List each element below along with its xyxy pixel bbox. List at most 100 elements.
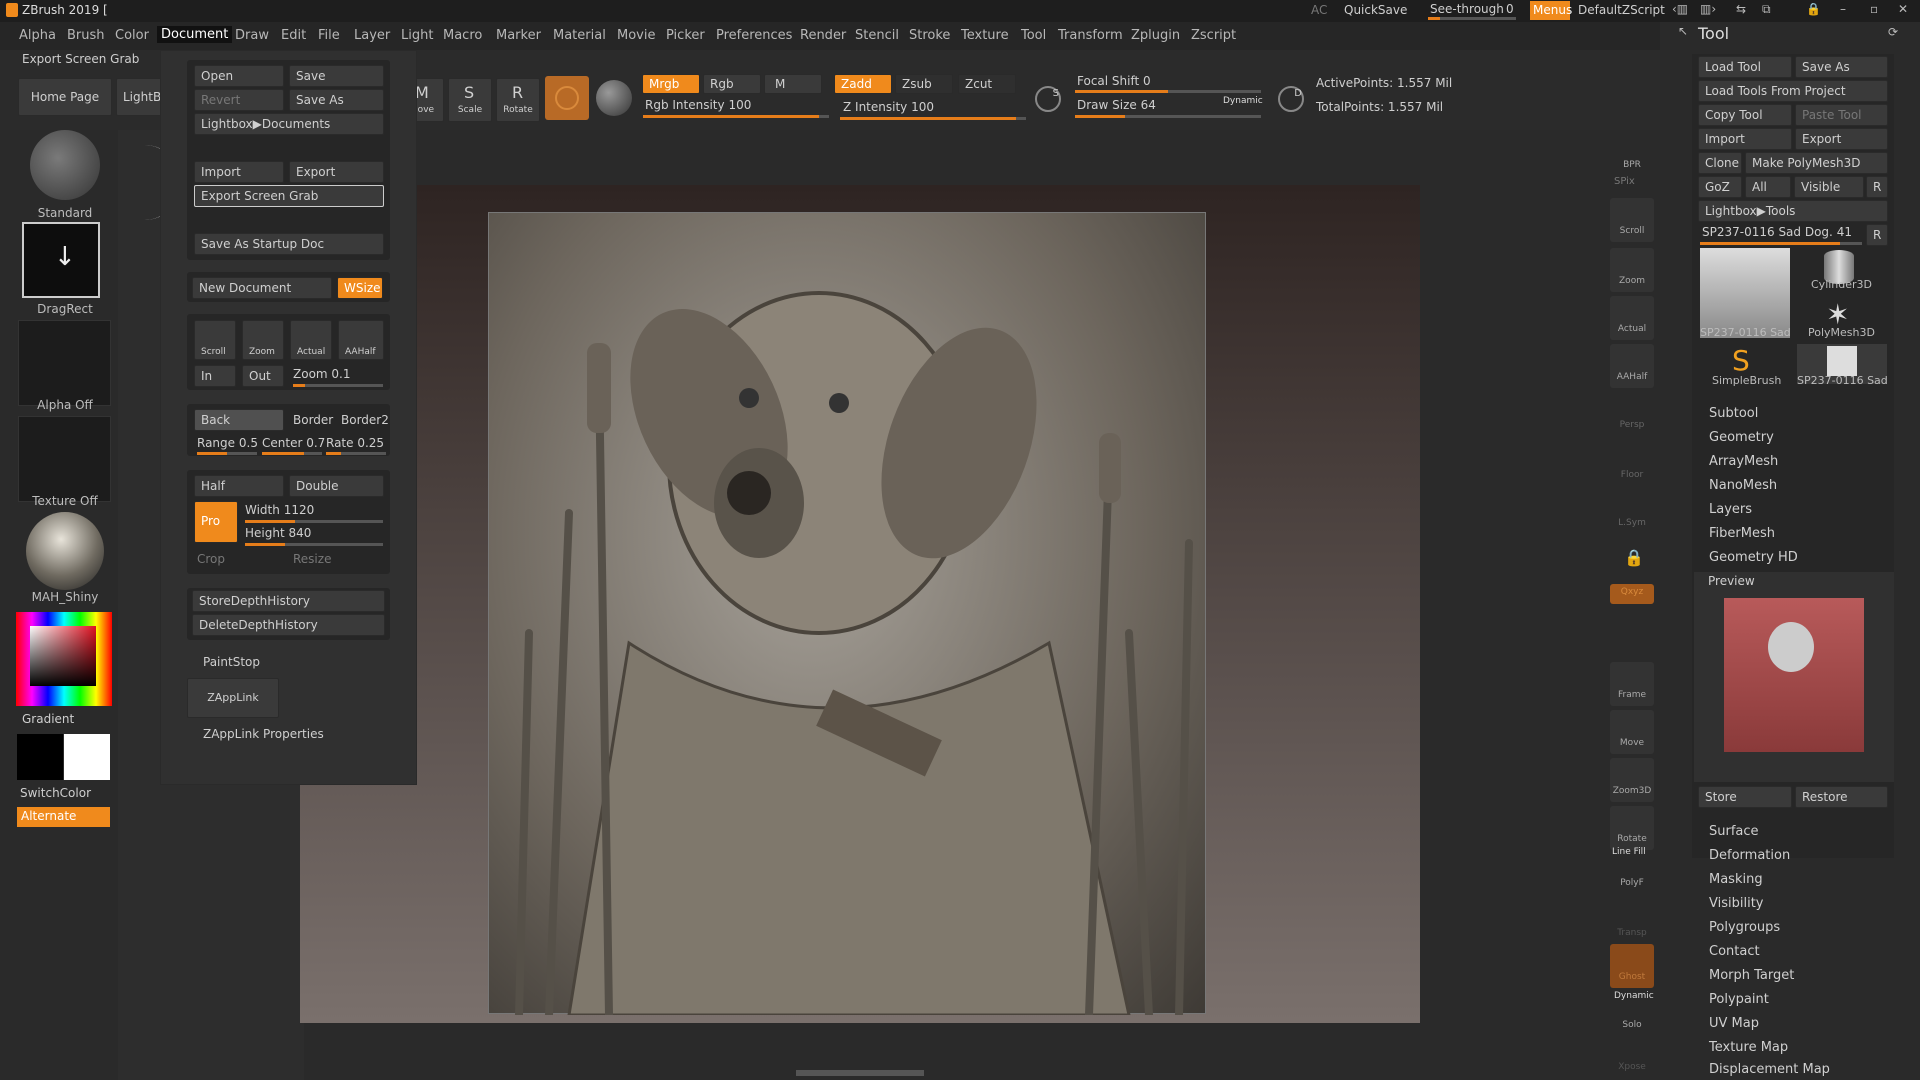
fibermesh-subpalette[interactable]: FiberMesh	[1709, 526, 1775, 541]
focal-shift-slider[interactable]: Focal Shift 0	[1077, 74, 1151, 88]
zapplink-properties-subpalette[interactable]: ZAppLink Properties	[203, 727, 324, 741]
current-tool-r-button[interactable]: R	[1866, 224, 1888, 246]
paintstop-subpalette[interactable]: PaintStop	[203, 655, 260, 669]
aahalf-button[interactable]: AAHalf	[338, 320, 384, 360]
bpr-button[interactable]: BPR	[1610, 132, 1654, 176]
revert-button[interactable]: Revert	[194, 89, 284, 111]
xpose-button[interactable]: Xpose	[1610, 1040, 1654, 1076]
local-symmetry-button[interactable]: L.Sym	[1610, 490, 1654, 534]
lightbox-documents-button[interactable]: Lightbox▶Documents	[194, 113, 384, 135]
menu-color[interactable]: Color	[115, 28, 149, 43]
m-button[interactable]: M	[764, 74, 822, 94]
range-slider[interactable]: Range 0.5	[197, 436, 258, 450]
rotate-mode-button[interactable]: R Rotate	[496, 78, 540, 122]
aahalf-view-button[interactable]: AAHalf	[1610, 344, 1654, 388]
solo-button[interactable]: Solo	[1610, 1000, 1654, 1036]
see-through-label[interactable]: See-through	[1430, 2, 1504, 16]
polyf-button[interactable]: PolyF	[1610, 858, 1654, 894]
current-tool-slider[interactable]: SP237-0116 Sad Dog. 41	[1702, 225, 1852, 239]
tool-palette-refresh-icon[interactable]: ⟳	[1888, 25, 1898, 39]
border2-button[interactable]: Border2	[341, 413, 389, 427]
persp-button[interactable]: Persp	[1610, 392, 1654, 436]
menu-document[interactable]: Document	[157, 26, 233, 43]
layout-right-icon[interactable]: ▥›	[1700, 2, 1716, 16]
stroke-thumbnail[interactable]: ↓	[22, 222, 100, 298]
rgb-button[interactable]: Rgb	[703, 74, 761, 94]
transp-button[interactable]: Transp	[1610, 900, 1654, 944]
draw-size-slider[interactable]: Draw Size 64	[1077, 98, 1156, 112]
actual-view-button[interactable]: Actual	[1610, 296, 1654, 340]
polygroups-subpalette[interactable]: Polygroups	[1709, 920, 1780, 935]
menu-layer[interactable]: Layer	[354, 28, 390, 43]
layout-restore-icon[interactable]: ⧉	[1762, 2, 1771, 17]
color-picker[interactable]	[16, 612, 112, 706]
subtool-subpalette[interactable]: Subtool	[1709, 406, 1758, 421]
lightbox-tools-button[interactable]: Lightbox▶Tools	[1698, 200, 1888, 222]
zoom-button[interactable]: Zoom	[242, 320, 284, 360]
visibility-subpalette[interactable]: Visibility	[1709, 896, 1763, 911]
menu-stencil[interactable]: Stencil	[855, 28, 899, 43]
scroll-button[interactable]: Scroll	[194, 320, 236, 360]
morph-target-subpalette[interactable]: Morph Target	[1709, 968, 1794, 983]
menu-edit[interactable]: Edit	[281, 28, 306, 43]
focal-shift-track[interactable]	[1075, 90, 1261, 93]
draw-size-track[interactable]	[1075, 115, 1261, 118]
layout-swap-icon[interactable]: ⇆	[1736, 2, 1746, 16]
menus-toggle[interactable]: Menus	[1530, 1, 1572, 20]
zoom-in-button[interactable]: In	[194, 365, 236, 387]
zoom-slider[interactable]: Zoom 0.1	[293, 367, 351, 381]
menu-movie[interactable]: Movie	[617, 28, 655, 43]
height-slider[interactable]: Height 840	[245, 526, 311, 540]
color-picker-square[interactable]	[30, 626, 96, 686]
range-track[interactable]	[197, 452, 257, 455]
center-track[interactable]	[262, 452, 322, 455]
menu-texture[interactable]: Texture	[961, 28, 1009, 43]
displacement-map-subpalette[interactable]: Displacement Map	[1709, 1062, 1830, 1077]
geometry-subpalette[interactable]: Geometry	[1709, 430, 1774, 445]
polypaint-subpalette[interactable]: Polypaint	[1709, 992, 1769, 1007]
zoom-track[interactable]	[293, 384, 383, 387]
texture-thumbnail[interactable]	[18, 416, 111, 502]
menu-draw[interactable]: Draw	[235, 28, 269, 43]
quicksave-button[interactable]: QuickSave	[1344, 3, 1407, 17]
preview-title[interactable]: Preview	[1708, 574, 1755, 588]
switchcolor-button[interactable]: SwitchColor	[20, 786, 91, 800]
alpha-thumbnail[interactable]	[18, 320, 111, 406]
layout-left-icon[interactable]: ‹▥	[1672, 2, 1688, 16]
lazy-mouse-d-icon[interactable]: D	[1278, 86, 1304, 112]
lazy-mouse-s-icon[interactable]: S	[1035, 86, 1061, 112]
gradient-label[interactable]: Gradient	[22, 712, 74, 726]
bottom-tray-handle[interactable]	[796, 1070, 924, 1076]
load-tool-button[interactable]: Load Tool	[1698, 56, 1792, 78]
save-as-button[interactable]: Save As	[289, 89, 384, 111]
zoom3d-button[interactable]: Zoom3D	[1610, 758, 1654, 802]
ghost-button[interactable]: Ghost	[1610, 944, 1654, 988]
half-button[interactable]: Half	[194, 475, 284, 497]
simplebrush-icon[interactable]: S	[1732, 344, 1750, 377]
zoom-view-button[interactable]: Zoom	[1610, 248, 1654, 292]
lock-icon[interactable]: 🔒	[1806, 2, 1821, 16]
masking-subpalette[interactable]: Masking	[1709, 872, 1763, 887]
double-button[interactable]: Double	[289, 475, 384, 497]
clone-button[interactable]: Clone	[1698, 152, 1742, 174]
menu-macro[interactable]: Macro	[443, 28, 482, 43]
tool-save-as-button[interactable]: Save As	[1795, 56, 1888, 78]
z-intensity-track[interactable]	[840, 117, 1026, 120]
pro-button[interactable]: Pro	[194, 501, 238, 543]
import-button[interactable]: Import	[194, 161, 284, 183]
frame-button[interactable]: Frame	[1610, 662, 1654, 706]
material-thumbnail[interactable]	[18, 512, 111, 592]
rotate-view-button[interactable]: Rotate	[1610, 806, 1654, 850]
restore-button[interactable]: Restore	[1795, 786, 1888, 808]
maximize-icon[interactable]: ▫	[1870, 2, 1878, 16]
actual-button[interactable]: Actual	[290, 320, 332, 360]
store-button[interactable]: Store	[1698, 786, 1792, 808]
wsize-button[interactable]: WSize	[337, 277, 383, 299]
menu-preferences[interactable]: Preferences	[716, 28, 792, 43]
main-color-swatch[interactable]	[64, 734, 110, 780]
goz-all-button[interactable]: All	[1745, 176, 1791, 198]
uv-map-subpalette[interactable]: UV Map	[1709, 1016, 1759, 1031]
height-track[interactable]	[245, 543, 383, 546]
move-view-button[interactable]: Move	[1610, 710, 1654, 754]
zsub-button[interactable]: Zsub	[895, 74, 953, 94]
